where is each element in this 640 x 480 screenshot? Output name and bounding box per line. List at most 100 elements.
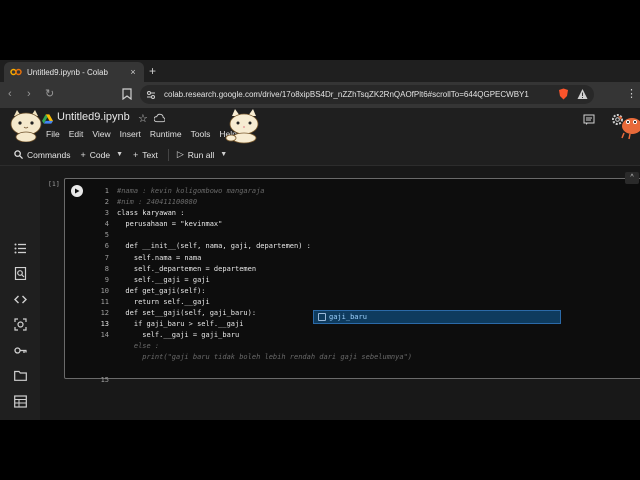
code-text: class karyawan :: [117, 209, 185, 218]
code-text: #nim : 240411100080: [117, 198, 198, 207]
code-line[interactable]: 7 self.nama = nama: [95, 253, 412, 264]
warning-triangle-icon[interactable]: [577, 88, 588, 100]
code-line[interactable]: 6 def __init__(self, nama, gaji, departe…: [95, 241, 412, 252]
letterbox-bottom: [0, 420, 640, 480]
code-line[interactable]: else :: [95, 341, 412, 352]
code-cell[interactable]: 1 #nama : kevin koligombowo mangaraja 2 #ni…: [64, 178, 640, 384]
play-icon: ▷: [176, 149, 184, 159]
google-drive-icon: [42, 114, 53, 124]
site-info-icon[interactable]: [146, 90, 156, 100]
code-line[interactable]: 2 #nim : 240411100080: [95, 197, 412, 208]
autocomplete-suggestion[interactable]: gaji_baru: [313, 310, 561, 324]
line-number: 7: [104, 253, 109, 262]
browser-tab[interactable]: Untitled9.ipynb - Colab ×: [4, 62, 144, 82]
browser-window: Untitled9.ipynb - Colab × + ‹ › ↻ colab.…: [0, 60, 640, 420]
colab-logo-icon: [10, 68, 22, 76]
find-icon[interactable]: [14, 267, 27, 280]
colab-header: Untitled9.ipynb ☆ File Edit View Insert …: [0, 108, 640, 144]
code-text: perusahaan = "kevinmax": [117, 220, 223, 229]
browser-menu-icon[interactable]: ⋮: [626, 88, 637, 100]
line-number: 10: [100, 286, 109, 295]
code-text: print("gaji baru tidak boleh lebih renda…: [117, 353, 413, 362]
line-number: 11: [100, 297, 109, 306]
line-number: 4: [104, 220, 109, 229]
terminal-icon[interactable]: [14, 395, 27, 408]
line-number: 15: [100, 375, 109, 384]
code-line[interactable]: 1 #nama : kevin koligombowo mangaraja: [95, 186, 412, 197]
add-code-button[interactable]: + Code ▼: [80, 150, 123, 160]
run-cell-button[interactable]: [71, 185, 83, 197]
code-line[interactable]: 11 return self.__gaji: [95, 297, 412, 308]
add-text-button[interactable]: + Text: [133, 150, 158, 160]
line-number: 1: [104, 187, 109, 195]
menu-view[interactable]: View: [92, 129, 110, 139]
code-line[interactable]: 5: [95, 230, 412, 241]
code-line[interactable]: 10 def get_gaji(self):: [95, 286, 412, 297]
run-all-label: Run all: [187, 149, 215, 160]
reload-icon[interactable]: ↻: [45, 88, 54, 100]
forward-icon[interactable]: ›: [27, 88, 31, 100]
bookmark-icon[interactable]: [122, 88, 132, 100]
cat-sticker-icon: [225, 109, 259, 144]
tab-close-icon[interactable]: ×: [128, 67, 138, 77]
notebook-area: [1] 1 #nama : kevin koligombowo mangaraja…: [40, 166, 640, 420]
menu-bar: File Edit View Insert Runtime Tools Help: [46, 129, 237, 139]
commands-button[interactable]: Commands: [14, 150, 70, 160]
code-text: else :: [117, 342, 160, 351]
menu-runtime[interactable]: Runtime: [150, 129, 182, 139]
search-icon: [14, 150, 23, 159]
menu-insert[interactable]: Insert: [120, 129, 141, 139]
cloud-icon[interactable]: [154, 113, 165, 123]
star-icon[interactable]: ☆: [138, 112, 148, 125]
line-number: 8: [104, 264, 109, 273]
folder-icon[interactable]: [14, 369, 27, 382]
brave-shield-icon[interactable]: [558, 88, 569, 100]
comment-icon[interactable]: [583, 114, 595, 126]
line-number: 2: [104, 198, 109, 207]
command-bar: Commands + Code ▼ + Text ▷ Run all ▼: [0, 144, 640, 166]
back-icon[interactable]: ‹: [8, 88, 12, 100]
execution-count: [1]: [48, 180, 60, 188]
key-icon[interactable]: [14, 344, 27, 357]
notebook-title[interactable]: Untitled9.ipynb: [57, 111, 130, 123]
menu-file[interactable]: File: [46, 129, 60, 139]
chevron-down-icon[interactable]: ▼: [116, 151, 123, 158]
url-text: colab.research.google.com/drive/17o8xipB…: [164, 90, 529, 99]
code-text: self.__gaji = gaji: [117, 275, 210, 284]
play-icon: [75, 188, 80, 194]
cell-scroll-up-button[interactable]: ^: [625, 172, 639, 184]
code-text: self._departemen = departemen: [117, 264, 257, 273]
code-text: return self.__gaji: [117, 297, 210, 306]
letterbox-top: [0, 0, 640, 60]
table-of-contents-icon[interactable]: [14, 242, 27, 255]
chevron-down-icon[interactable]: ▼: [220, 151, 227, 158]
toolbar-divider: [167, 148, 169, 161]
code-text: def set__gaji(self, gaji_baru):: [117, 309, 257, 318]
code-line[interactable]: [95, 364, 412, 375]
code-text: if gaji_baru > self.__gaji: [117, 320, 244, 329]
code-text: #nama : kevin koligombowo mangaraja: [117, 187, 265, 195]
new-tab-button[interactable]: +: [149, 64, 156, 78]
code-line[interactable]: 14 self.__gaji = gaji_baru: [95, 330, 412, 341]
line-number: 13: [100, 320, 109, 329]
tab-title: Untitled9.ipynb - Colab: [27, 67, 108, 77]
code-line[interactable]: 9 self.__gaji = gaji: [95, 275, 412, 286]
variables-icon[interactable]: [14, 318, 27, 331]
address-bar[interactable]: colab.research.google.com/drive/17o8xipB…: [140, 85, 594, 104]
menu-tools[interactable]: Tools: [191, 129, 211, 139]
add-code-label: Code: [89, 149, 111, 160]
line-number: 9: [104, 275, 109, 284]
code-text: def __init__(self, nama, gaji, departeme…: [117, 242, 311, 251]
code-snippets-icon[interactable]: [14, 293, 27, 306]
code-line[interactable]: 15: [95, 375, 412, 386]
side-rail: [0, 166, 40, 420]
code-text: self.nama = nama: [117, 253, 202, 262]
code-line[interactable]: 8 self._departemen = departemen: [95, 264, 412, 275]
code-editor[interactable]: 1 #nama : kevin koligombowo mangaraja 2 #ni…: [95, 186, 412, 386]
menu-edit[interactable]: Edit: [69, 129, 84, 139]
code-line[interactable]: 4 perusahaan = "kevinmax": [95, 219, 412, 230]
run-all-button[interactable]: ▷ Run all ▼: [177, 149, 227, 160]
plus-icon: +: [133, 149, 139, 160]
code-line[interactable]: 3 class karyawan :: [95, 208, 412, 219]
code-line[interactable]: print("gaji baru tidak boleh lebih renda…: [95, 352, 412, 363]
